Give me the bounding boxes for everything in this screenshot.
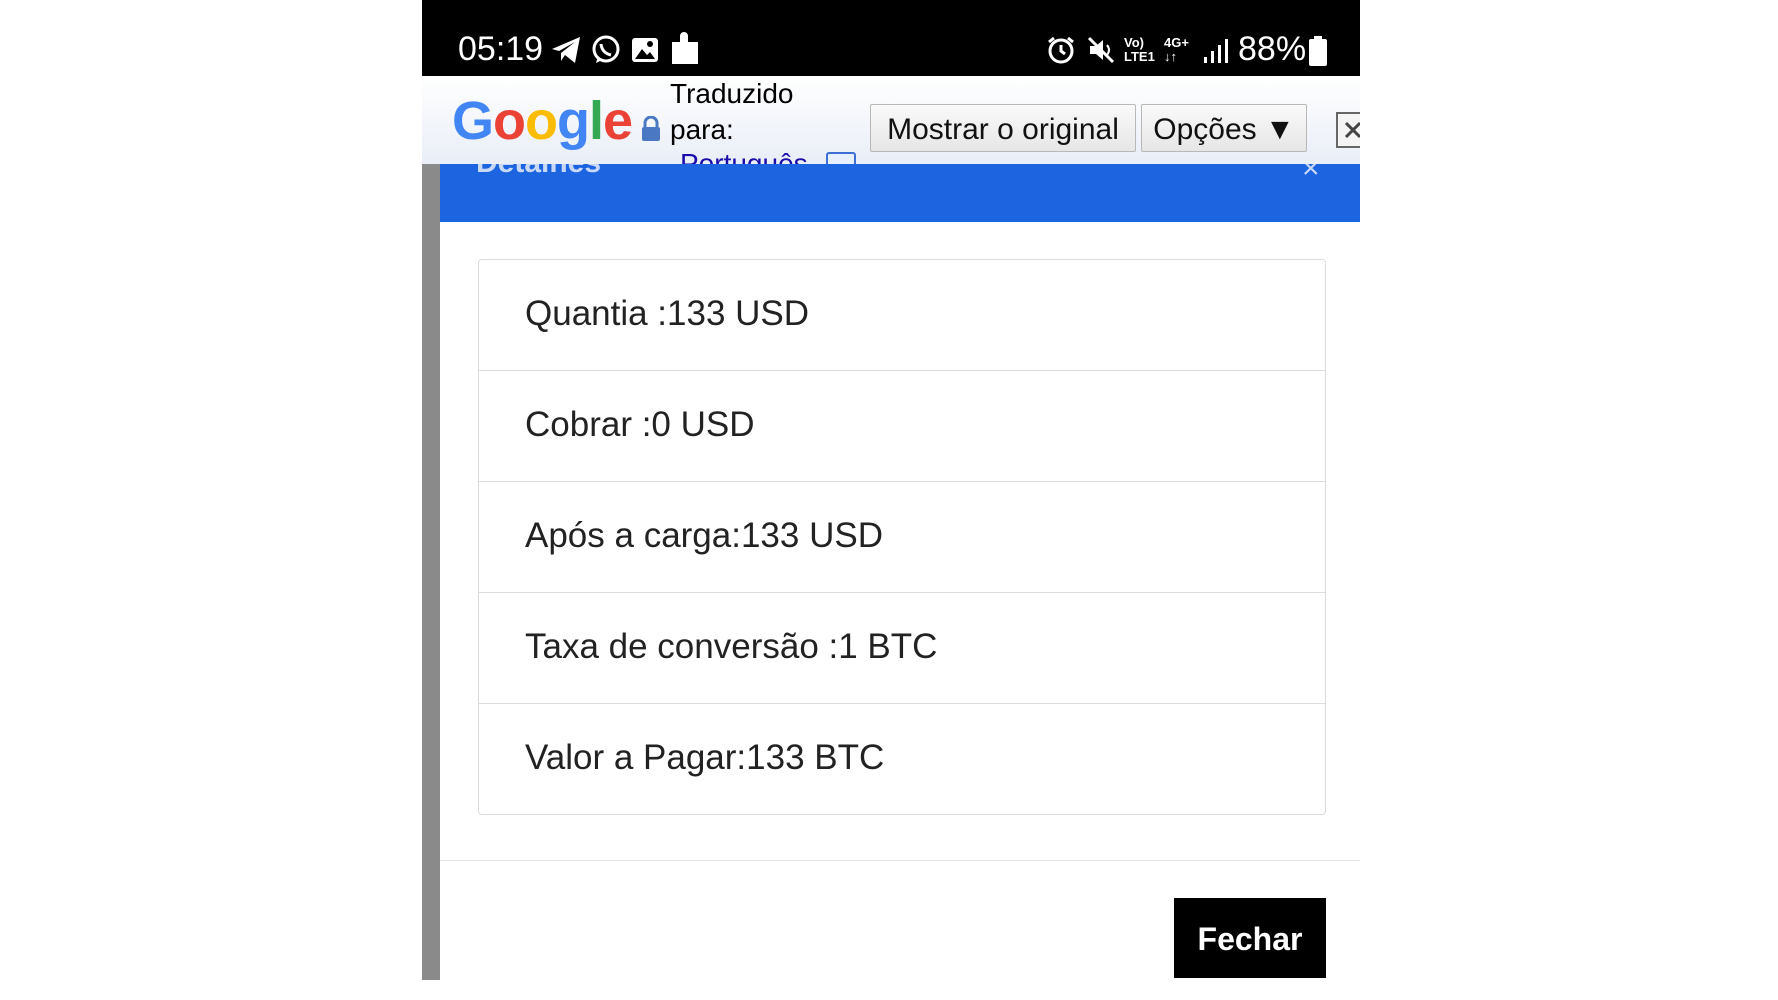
- phone-screen: 05:19 Vo) LTE1 4G+ ↓↑ 88% Google Traduzi…: [422, 0, 1360, 1000]
- list-item: Taxa de conversão :1 BTC: [479, 593, 1325, 704]
- detail-after-charge: Após a carga:133 USD: [525, 516, 883, 555]
- show-original-button[interactable]: Mostrar o original: [870, 104, 1136, 152]
- status-time: 05:19: [458, 30, 544, 68]
- google-logo: Google: [452, 91, 633, 151]
- options-button[interactable]: Opções ▼: [1141, 104, 1307, 152]
- modal-close-icon[interactable]: ×: [1302, 164, 1320, 186]
- list-item: Cobrar :0 USD: [479, 371, 1325, 482]
- detail-charge: Cobrar :0 USD: [525, 405, 755, 444]
- image-icon: [632, 38, 658, 62]
- google-translate-bar: Google Traduzido para: Português Mostrar…: [422, 76, 1360, 165]
- detail-conversion-rate: Taxa de conversão :1 BTC: [525, 627, 938, 666]
- telegram-icon: [552, 37, 580, 63]
- whatsapp-icon: [592, 35, 620, 63]
- lock-icon: [642, 116, 660, 141]
- list-item: Após a carga:133 USD: [479, 482, 1325, 593]
- 4g-icon: 4G+ ↓↑: [1164, 35, 1189, 64]
- target-language-link[interactable]: Português: [680, 148, 808, 164]
- volte-icon: Vo) LTE1: [1124, 35, 1155, 64]
- battery-percent: 88%: [1238, 30, 1307, 68]
- modal-header: Detalhes ×: [440, 164, 1360, 222]
- translated-to-label: Traduzido: [670, 78, 794, 109]
- detail-amount-to-pay: Valor a Pagar:133 BTC: [525, 738, 885, 777]
- details-list: Quantia :133 USD Cobrar :0 USD Após a ca…: [478, 259, 1326, 815]
- close-translate-bar-button[interactable]: [1336, 112, 1360, 148]
- list-item: Quantia :133 USD: [479, 260, 1325, 371]
- modal-footer-divider: [440, 860, 1360, 861]
- status-bar: 05:19 Vo) LTE1 4G+ ↓↑ 88%: [422, 0, 1360, 76]
- mute-icon: [1087, 36, 1115, 64]
- list-item: Valor a Pagar:133 BTC: [479, 704, 1325, 814]
- modal-title: Detalhes: [476, 164, 601, 180]
- puzzle-icon: [672, 32, 698, 64]
- close-button[interactable]: Fechar: [1174, 898, 1326, 978]
- signal-icon: [1204, 39, 1228, 63]
- battery-icon: [1309, 36, 1327, 66]
- backdrop-overlay: [422, 164, 440, 980]
- alarm-icon: [1048, 36, 1074, 64]
- detail-amount: Quantia :133 USD: [525, 294, 810, 333]
- close-icon: [1344, 121, 1360, 139]
- translated-to-label-2: para:: [670, 114, 734, 145]
